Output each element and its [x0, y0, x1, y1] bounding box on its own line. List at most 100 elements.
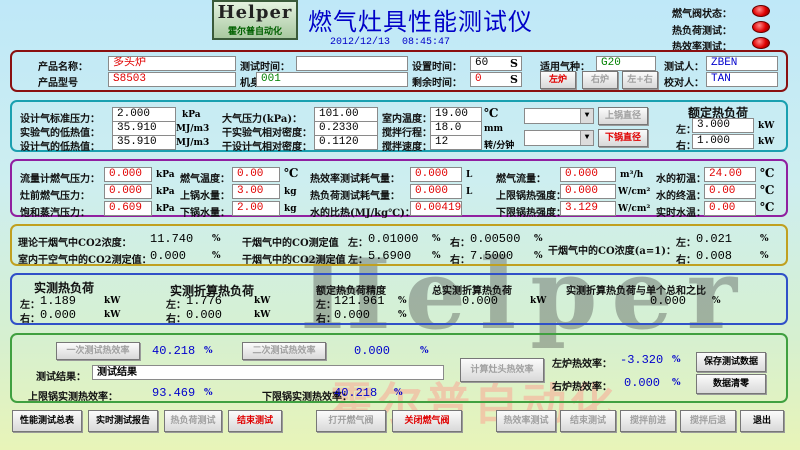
result-label: 测试结果： [36, 372, 86, 383]
logo-text: Helper [217, 2, 293, 23]
right-drop-unit: % [672, 378, 681, 388]
second-efficiency-button[interactable]: 二次测试热效率 [242, 342, 326, 360]
sat-pressure-unit: kPa [156, 204, 175, 214]
logo-cn: 霍尔普自动化 [227, 27, 282, 37]
left-stove-button[interactable]: 左炉 [540, 71, 576, 89]
real-left-unit: kW [104, 296, 121, 306]
tester-field[interactable]: ZBEN [706, 56, 778, 71]
co-a1-left-label: 左： [676, 238, 696, 249]
test-time-field[interactable] [296, 56, 408, 71]
calc-stove-efficiency-button[interactable]: 计算灶头热效率 [460, 358, 544, 382]
total-load-value: 0.000 [462, 294, 499, 308]
real-right-label: 右： [20, 314, 40, 325]
lower-intensity-field: 3.129 [560, 201, 616, 216]
conv-left-value: 1.776 [186, 294, 223, 308]
realtime-report-button[interactable]: 实时测试报告 [88, 410, 158, 432]
water-final-unit: ℃ [760, 183, 775, 197]
real-left-label: 左： [20, 300, 40, 311]
co-a1-right-unit: % [760, 251, 769, 261]
open-valve-button[interactable]: 打开燃气阀 [316, 410, 386, 432]
exit-button[interactable]: 退出 [740, 410, 784, 432]
close-valve-button[interactable]: 关闭燃气阀 [392, 410, 462, 432]
datetime: 2012/12/13 08:45:47 [330, 37, 451, 48]
product-name-field[interactable]: 多头炉 [108, 56, 236, 71]
stove-pressure-unit: kPa [156, 187, 175, 197]
gas-type-field[interactable]: G20 [596, 56, 656, 71]
room-temp-field[interactable]: 19.00 [430, 107, 482, 122]
exp-calorific-field[interactable]: 35.910 [112, 121, 176, 136]
gas-temp-unit: ℃ [284, 166, 299, 180]
lower-pot-button[interactable]: 下锅直径 [598, 129, 648, 147]
app-title: 燃气灶具性能测试仪 [308, 8, 533, 36]
conv-right-value: 0.000 [186, 308, 223, 322]
specific-heat-field: 0.00419 [410, 201, 462, 216]
co2-left-unit: % [432, 251, 441, 261]
real-right-value: 0.000 [40, 308, 77, 322]
real-water-label: 实时水温： [656, 208, 706, 219]
status-load-led [752, 21, 770, 33]
dry-design-density-field[interactable]: 0.1120 [314, 135, 378, 150]
flow-pressure-field: 0.000 [104, 167, 152, 182]
co-left-label: 左： [348, 238, 368, 249]
first-efficiency-value: 40.218 [152, 344, 196, 358]
room-temp-unit: ℃ [484, 106, 499, 120]
co-a1-label: 干烟气中的CO浓度(a=1)： [548, 246, 676, 257]
stir-forward-button[interactable]: 搅拌前进 [620, 410, 676, 432]
checker-label: 校对人： [664, 78, 704, 89]
right-stove-button[interactable]: 右炉 [582, 71, 618, 89]
ratio-value: 0.000 [650, 294, 687, 308]
co-left-value: 0.01000 [368, 232, 419, 246]
co-right-unit: % [534, 234, 543, 244]
design-calorific-unit: MJ/m3 [176, 138, 210, 148]
status-load-label: 热负荷测试： [672, 26, 732, 37]
co-a1-right-label: 右： [676, 255, 696, 266]
summary-button[interactable]: 性能测试总表 [12, 410, 82, 432]
end-test-button[interactable]: 结束测试 [228, 410, 282, 432]
co-left-unit: % [432, 234, 441, 244]
stir-travel-field[interactable]: 18.0 [430, 121, 482, 136]
chevron-down-icon: ▼ [580, 109, 593, 123]
stir-speed-field[interactable]: 12 [430, 135, 482, 150]
co2-right-value: 7.5000 [470, 249, 514, 263]
product-model-field[interactable]: S8503 [108, 72, 236, 87]
upper-pot-button[interactable]: 上锅直径 [598, 107, 648, 125]
upper-pot-select[interactable]: ▼ [524, 108, 594, 124]
atm-label: 大气压力(kPa)： [222, 114, 303, 125]
both-stove-button[interactable]: 左+右 [622, 71, 658, 89]
status-eff-led [752, 37, 770, 49]
rated-left-field[interactable]: 3.000 [692, 118, 754, 133]
clear-data-button[interactable]: 数据清零 [696, 374, 766, 394]
lower-water-field: 2.00 [232, 201, 280, 216]
test-time-label: 测试时间： [240, 62, 290, 73]
lower-pot-select[interactable]: ▼ [524, 130, 594, 146]
stir-speed-label: 搅拌速度： [382, 142, 432, 153]
design-pressure-field[interactable]: 2.000 [112, 107, 176, 122]
end-test-2-button[interactable]: 结束测试 [560, 410, 616, 432]
upper-intensity-label: 上限锅热强度： [496, 191, 566, 202]
lower-eff-unit: % [394, 388, 403, 398]
design-calorific-field[interactable]: 35.910 [112, 135, 176, 150]
gas-flow-unit: m³/h [620, 170, 644, 180]
lower-intensity-label: 下限锅热强度： [496, 208, 566, 219]
machine-no-field[interactable]: 001 [256, 72, 408, 87]
precision-right-label: 右： [316, 314, 336, 325]
water-init-field: 24.00 [704, 167, 756, 182]
design-calorific-label: 设计气的低热值： [20, 142, 100, 153]
water-final-field: 0.00 [704, 184, 756, 199]
atm-field[interactable]: 101.00 [314, 107, 378, 122]
checker-field[interactable]: TAN [706, 72, 778, 87]
first-efficiency-button[interactable]: 一次测试热效率 [56, 342, 140, 360]
result-field[interactable]: 测试结果 [92, 365, 444, 380]
save-data-button[interactable]: 保存测试数据 [696, 352, 766, 372]
set-time-label: 设置时间： [412, 62, 462, 73]
water-init-unit: ℃ [760, 166, 775, 180]
rated-right-field[interactable]: 1.000 [692, 134, 754, 149]
dry-exp-density-field[interactable]: 0.2330 [314, 121, 378, 136]
upper-water-label: 上锅水量： [180, 191, 230, 202]
dry-design-density-label: 干设计气相对密度： [222, 142, 312, 153]
chevron-down-icon: ▼ [580, 131, 593, 145]
stir-back-button[interactable]: 搅拌后退 [680, 410, 736, 432]
left-drop-label: 左炉热效率： [552, 359, 612, 370]
load-test-button[interactable]: 热负荷测试 [164, 410, 222, 432]
efficiency-test-button[interactable]: 热效率测试 [496, 410, 556, 432]
